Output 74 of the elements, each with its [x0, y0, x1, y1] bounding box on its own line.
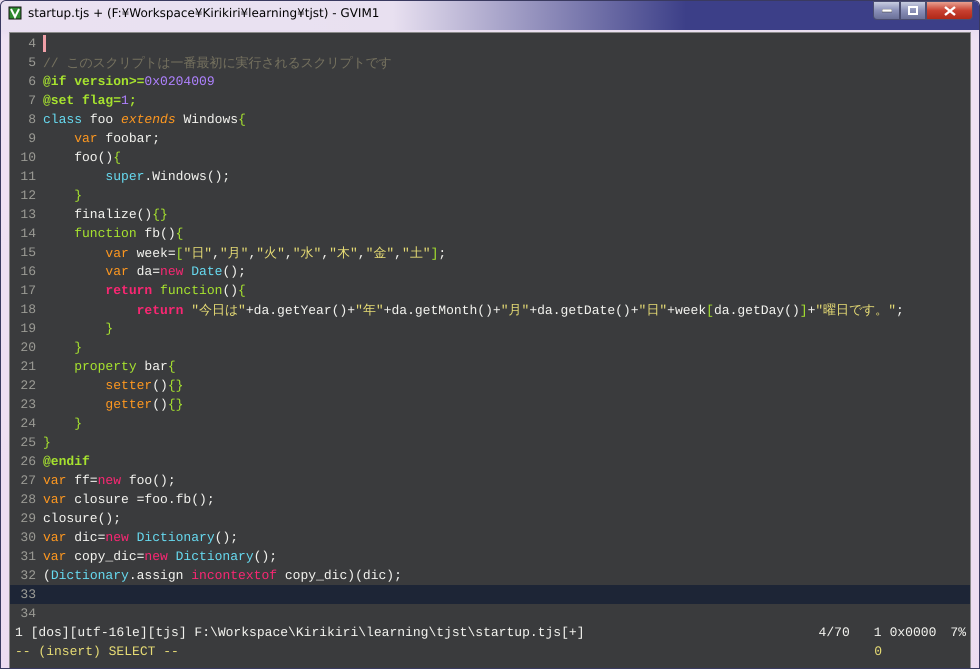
code-line: @set flag=1;	[43, 93, 137, 108]
line-number: 27	[19, 473, 37, 488]
line-number: 4	[27, 36, 37, 51]
code-line: }	[73, 188, 82, 203]
code-line: setter(){}	[104, 378, 184, 393]
code-line: }	[104, 321, 114, 336]
code-line: }	[43, 435, 51, 450]
line-number: 22	[19, 378, 37, 393]
status-char-code: 0x0000	[890, 625, 936, 640]
maximize-button[interactable]	[900, 1, 926, 20]
code-line: }	[73, 340, 82, 355]
line-number: 15	[19, 245, 37, 260]
line-number: 30	[19, 530, 37, 545]
maximize-icon	[908, 6, 918, 15]
line-number: 18	[19, 302, 37, 317]
line-number: 10	[19, 150, 37, 165]
code-line: getter(){}	[104, 397, 184, 412]
line-number: 8	[27, 112, 37, 127]
code-line: return "今日は"+da.getYear()+"年"+da.getMonth()+"月"+da.getDate()+"日"+week[da.getDay()]+"曜日です。";	[136, 302, 904, 318]
line-number: 31	[19, 549, 37, 564]
code-line: // このスクリプトは一番最初に実行されるスクリプトです	[43, 54, 392, 72]
mode-indicator: -- (insert) SELECT --	[15, 644, 179, 658]
code-line: (Dictionary.assign incontextof copy_dic)(dic);	[43, 568, 402, 583]
line-number: 32	[19, 568, 37, 583]
line-number: 19	[19, 321, 37, 336]
close-icon	[944, 6, 956, 16]
code-line: var copy_dic=new Dictionary();	[43, 549, 278, 564]
line-number: 34	[19, 606, 37, 621]
line-number: 33	[19, 587, 37, 602]
line-number: 16	[19, 264, 37, 279]
line-number: 14	[19, 226, 37, 241]
line-number: 9	[27, 131, 37, 146]
code-line: @if version>=0x0204009	[43, 74, 215, 89]
line-number: 20	[19, 340, 37, 355]
code-line: class foo extends Windows{	[43, 112, 246, 127]
code-line: var week=["日","月","火","水","木","金","土"];	[104, 244, 446, 262]
vim-logo-icon	[7, 5, 23, 21]
status-file: 1 [dos][utf-16le][tjs] F:\Workspace\Kirikiri\learning\tjst\startup.tjs[+]	[15, 625, 584, 640]
line-number: 29	[19, 511, 37, 526]
minimize-icon	[882, 8, 892, 12]
code-line: var dic=new Dictionary();	[43, 530, 238, 545]
line-number: 5	[27, 55, 37, 70]
code-line: return function(){	[104, 283, 246, 298]
code-line: function fb(){	[73, 226, 184, 241]
line-number: 28	[19, 492, 37, 507]
code-line: var foobar;	[73, 131, 160, 146]
line-number: 21	[19, 359, 37, 374]
code-line: finalize(){}	[73, 207, 168, 222]
line-number: 26	[19, 454, 37, 469]
line-number: 23	[19, 397, 37, 412]
window-title: startup.tjs + (F:¥Workspace¥Kirikiri¥learning¥tjst) - GVIM1	[28, 6, 380, 20]
close-button[interactable]	[926, 1, 973, 20]
code-line: var da=new Date();	[104, 264, 246, 279]
code-line: var closure =foo.fb();	[43, 492, 215, 507]
line-number: 12	[19, 188, 37, 203]
line-number: 11	[19, 169, 37, 184]
status-position: 4/70	[818, 625, 850, 640]
code-line: @endif	[43, 454, 90, 469]
line-number: 7	[27, 93, 37, 108]
code-line: property bar{	[73, 359, 176, 374]
command-count: 0	[874, 644, 882, 658]
line-number: 13	[19, 207, 37, 222]
code-line: foo(){	[73, 150, 122, 165]
line-number: 25	[19, 435, 37, 450]
code-line: var ff=new foo();	[43, 473, 176, 488]
code-line: super.Windows();	[104, 169, 230, 184]
status-column: 1	[874, 625, 882, 640]
code-line: closure();	[43, 511, 122, 526]
code-line: }	[73, 416, 82, 431]
line-number: 17	[19, 283, 37, 298]
minimize-button[interactable]	[873, 1, 900, 20]
status-percent: 7%	[950, 625, 966, 640]
line-number: 6	[27, 74, 37, 89]
line-number: 24	[19, 416, 37, 431]
